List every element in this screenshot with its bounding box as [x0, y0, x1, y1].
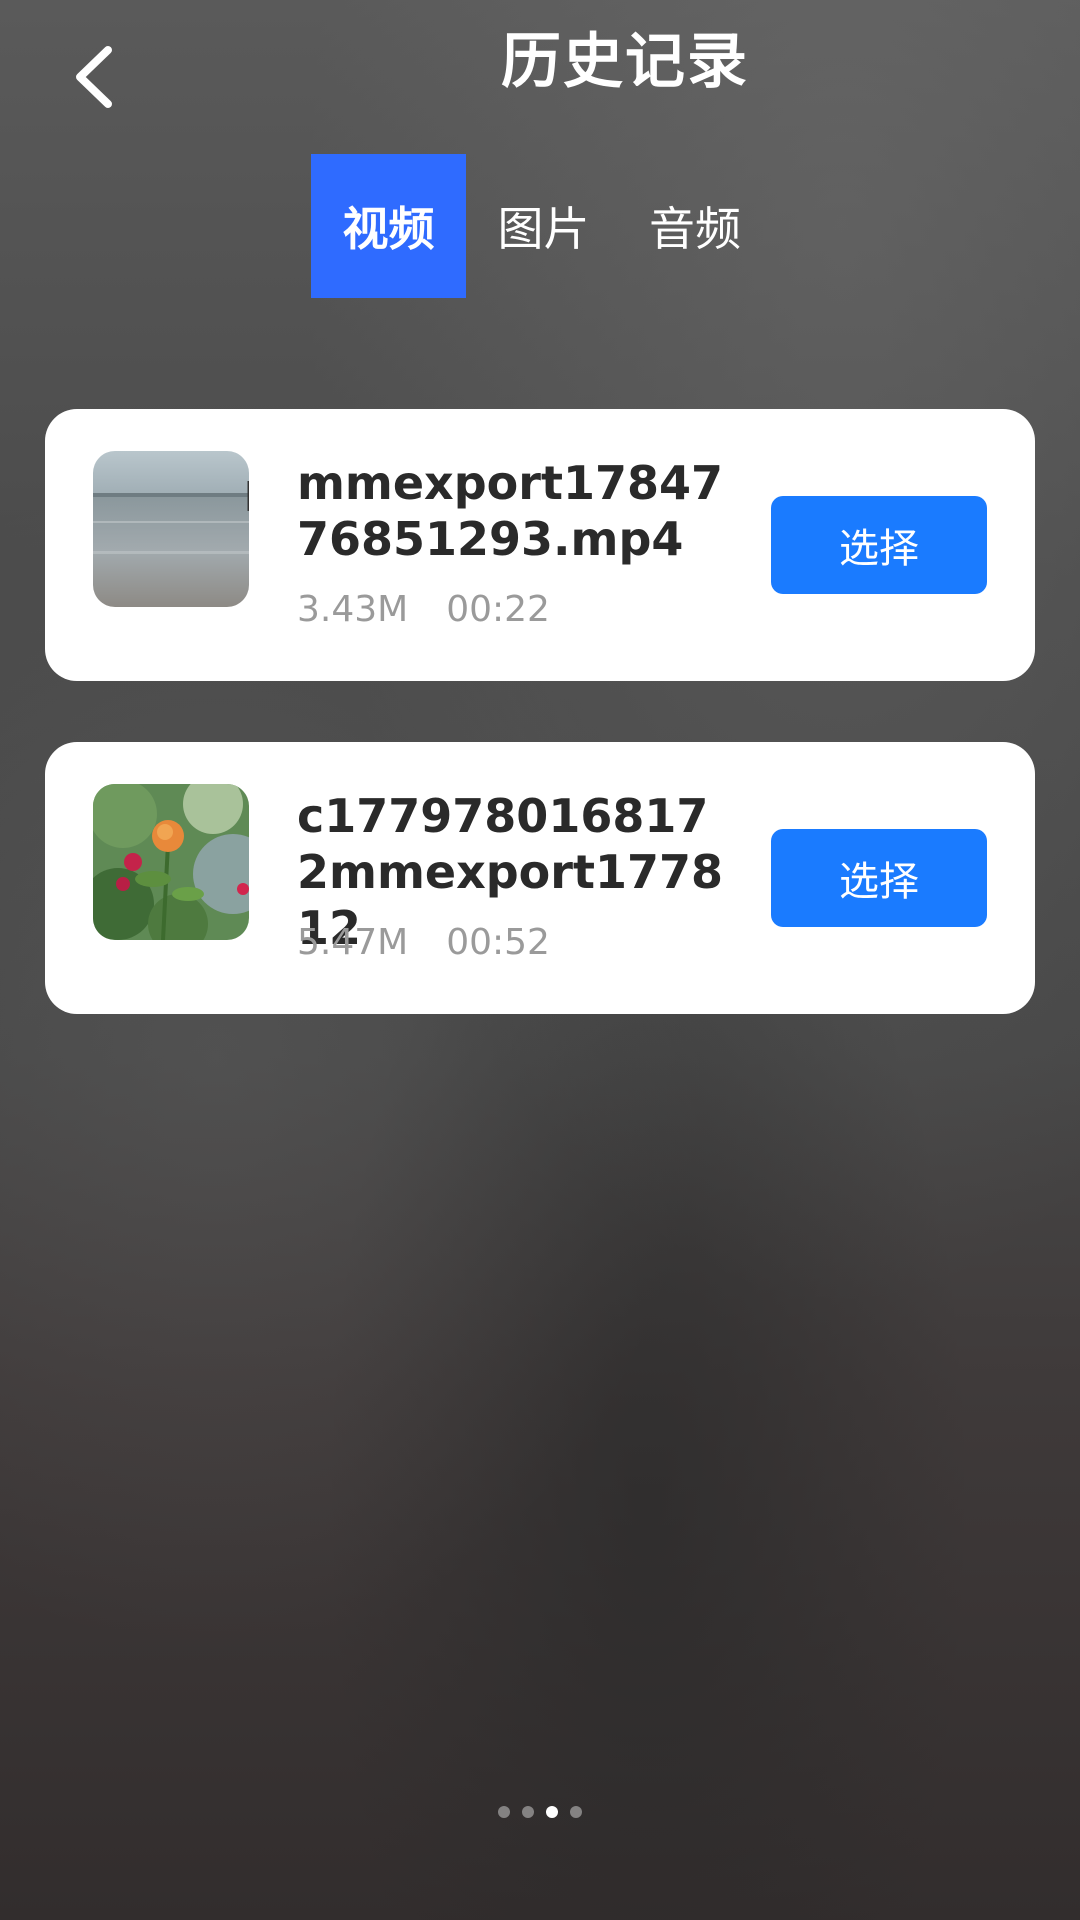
page-dot[interactable]	[498, 1806, 510, 1818]
tab-audio[interactable]: 音频	[621, 154, 769, 298]
page-indicator	[0, 1806, 1080, 1818]
select-button[interactable]: 选择	[771, 829, 987, 927]
file-meta: 5.47M 00:52	[297, 922, 550, 963]
file-size: 3.43M	[297, 589, 409, 630]
list-item: c1779780168172mmexport177812 5.47M 00:52…	[45, 742, 1035, 1014]
file-duration: 00:22	[446, 589, 550, 630]
file-name: mmexport1784776851293.mp4	[297, 456, 723, 566]
video-thumbnail	[93, 451, 249, 607]
tab-image[interactable]: 图片	[466, 154, 621, 298]
media-type-tabs: 视频 图片 音频	[311, 154, 769, 298]
page-dot[interactable]	[522, 1806, 534, 1818]
list-item: mmexport1784776851293.mp4 3.43M 00:22 选择	[45, 409, 1035, 681]
tab-video[interactable]: 视频	[311, 154, 466, 298]
page-dot[interactable]	[570, 1806, 582, 1818]
page-dot[interactable]	[546, 1806, 558, 1818]
video-thumbnail	[93, 784, 249, 940]
file-meta: 3.43M 00:22	[297, 589, 550, 630]
file-duration: 00:52	[446, 922, 550, 963]
select-button[interactable]: 选择	[771, 496, 987, 594]
file-size: 5.47M	[297, 922, 409, 963]
page-title: 历史记录	[501, 27, 749, 97]
